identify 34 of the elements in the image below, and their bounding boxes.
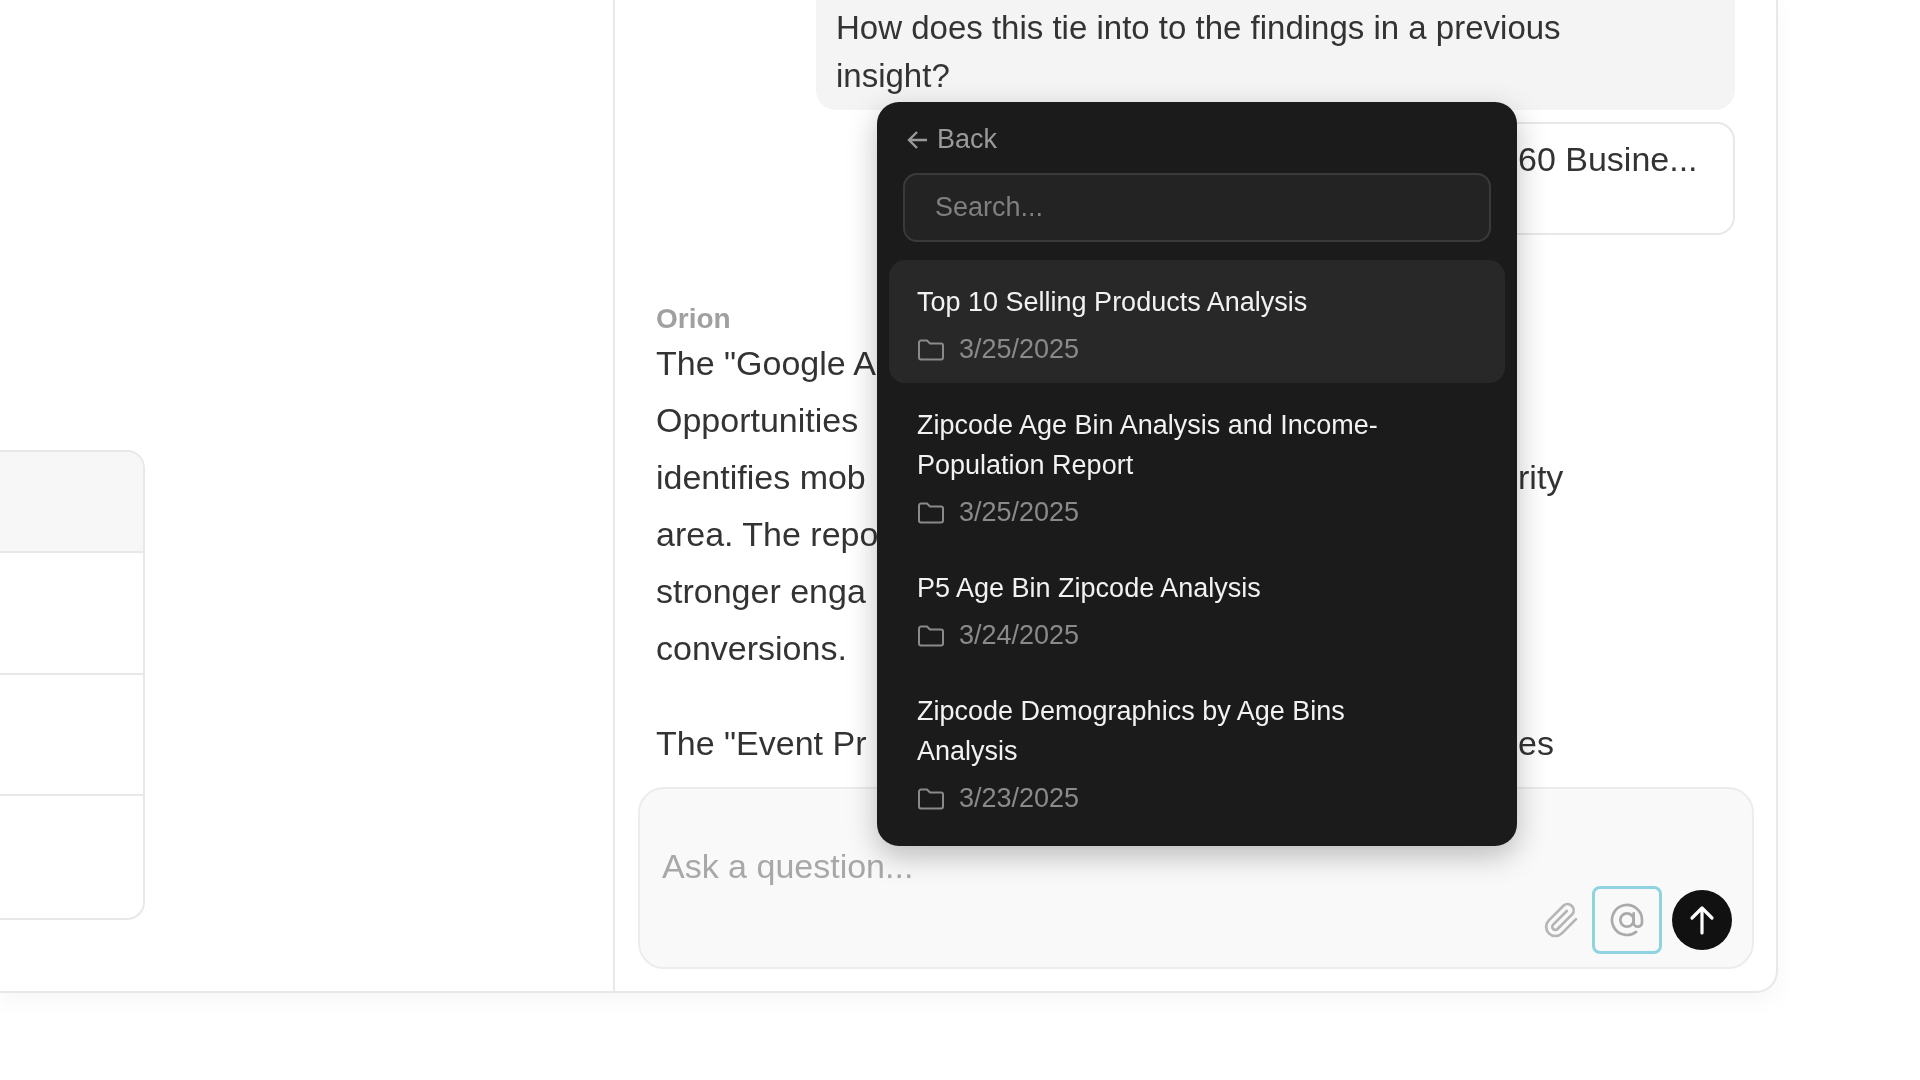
folder-icon [917, 337, 945, 362]
message-text: The "Event Pr [656, 723, 867, 764]
folder-icon [917, 786, 945, 811]
send-button[interactable] [1672, 890, 1732, 950]
menu-item[interactable]: Zipcode Age Bin Analysis and Income-Population Report 3/25/2025 [889, 383, 1505, 546]
item-title: Zipcode Age Bin Analysis and Income-Population Report [917, 409, 1379, 482]
arrow-left-icon [907, 129, 929, 150]
folder-icon [917, 623, 945, 648]
menu-item[interactable]: Top 10 Selling Products Analysis 3/25/2025 [889, 260, 1505, 383]
item-title: Top 10 Selling Products Analysis [917, 286, 1309, 319]
mention-button[interactable] [1592, 886, 1662, 954]
message-text: Opportunities [656, 400, 859, 441]
user-message: How does this tie into to the findings in a previous insight? [816, 0, 1735, 110]
message-text: conversions. [656, 628, 847, 669]
folder-icon [917, 500, 945, 525]
item-date: 3/23/2025 [959, 783, 1080, 814]
message-text: stronger enga [656, 571, 866, 612]
message-text: rity [1518, 457, 1564, 498]
item-date: 3/25/2025 [959, 497, 1080, 528]
menu-item[interactable]: P5 Age Bin Zipcode Analysis 3/24/2025 [889, 546, 1505, 669]
search-field[interactable]: Search... [903, 173, 1491, 242]
item-date: 3/24/2025 [959, 620, 1080, 651]
menu-item[interactable]: Zipcode Demographics by Age Bins Analysis 3/23/2025 [889, 669, 1505, 832]
arrow-up-icon [1688, 905, 1716, 935]
item-date: 3/25/2025 [959, 334, 1080, 365]
message-text: identifies mob [656, 457, 866, 498]
item-title: Zipcode Demographics by Age Bins Analysis [917, 695, 1346, 768]
question-field[interactable]: Ask a question... [662, 847, 1262, 886]
author-name: Orion [656, 303, 731, 335]
message-text: area. The repo [656, 514, 879, 555]
back-button[interactable]: Back [907, 124, 998, 155]
item-title: P5 Age Bin Zipcode Analysis [917, 572, 1262, 605]
message-text: es [1518, 723, 1554, 764]
message-text: The "Google A [656, 343, 876, 384]
